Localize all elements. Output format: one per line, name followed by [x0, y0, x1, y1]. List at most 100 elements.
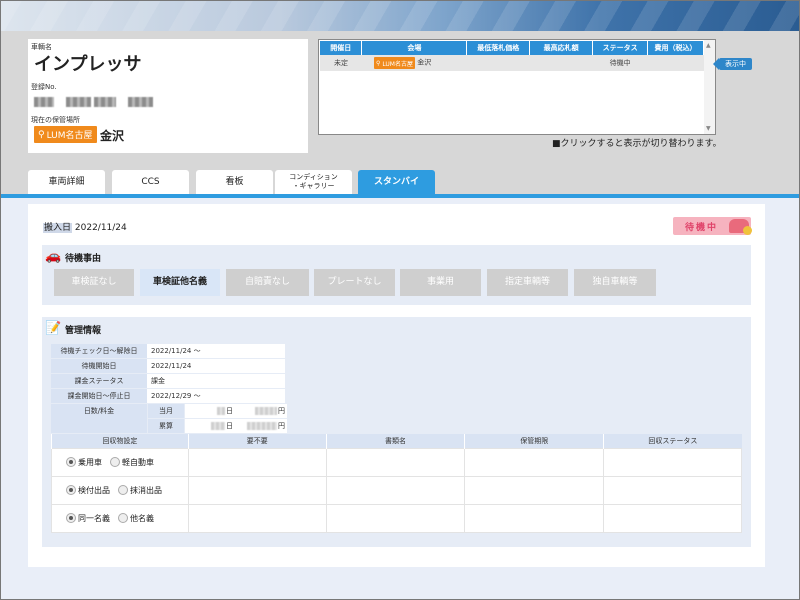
venue-city: 金沢	[417, 58, 432, 67]
radio-label: 軽自動車	[122, 457, 154, 467]
status-badge-text: 待機中	[685, 222, 719, 233]
location-pin-icon: ⚲	[38, 129, 45, 140]
redacted-fee	[255, 407, 277, 415]
standby-reason-title: 🚗 待機事由	[45, 250, 101, 264]
current-month-label: 当月	[148, 404, 184, 418]
redacted-days	[217, 407, 225, 415]
radio-passenger-car[interactable]: 乗用車	[66, 457, 102, 468]
reason-inspection-cert-other-name[interactable]: 車検証他名義	[140, 269, 220, 296]
auction-date: 未定	[320, 55, 362, 71]
auction-status: 待機中	[592, 55, 648, 71]
info-value: 課金	[147, 374, 285, 388]
reason-no-inspection-cert[interactable]: 車検証なし	[54, 269, 134, 296]
collect-cell	[187, 475, 327, 505]
arrival-label: 搬入日	[43, 223, 73, 233]
redacted-days	[211, 422, 225, 430]
collect-row: 乗用車 軽自動車	[51, 447, 742, 477]
radio-label: 検付出品	[78, 485, 110, 495]
radio-unselected-icon	[118, 513, 128, 523]
collect-cell	[187, 503, 327, 533]
auction-panel[interactable]: 開催日 会場 最低落札価格 最高応札額 ステータス 費用（税込） 未定 ⚲ LU…	[318, 39, 716, 135]
storage-city: 金沢	[100, 129, 125, 143]
scroll-up-icon[interactable]: ▲	[706, 42, 711, 49]
radio-cell: 乗用車 軽自動車	[51, 447, 189, 477]
radio-kei-car[interactable]: 軽自動車	[110, 457, 154, 468]
redacted-fee	[247, 422, 277, 430]
storage-location-label: 現在の保管場所	[31, 116, 80, 124]
tab-vehicle-details[interactable]: 車両詳細	[28, 170, 105, 194]
reason-designated-vehicle[interactable]: 指定車輌等	[487, 269, 568, 296]
radio-label: 同一名義	[78, 513, 110, 523]
auction-scrollbar[interactable]: ▲ ▼	[704, 40, 715, 134]
radio-other-owner[interactable]: 他名義	[118, 513, 154, 524]
collect-header: 書類名	[325, 434, 465, 448]
radio-deregistered-listing[interactable]: 抹消出品	[118, 485, 162, 496]
collect-cell	[325, 475, 466, 505]
location-pin-icon: ⚲	[375, 59, 381, 67]
collect-cell	[187, 447, 327, 477]
reason-no-liability-insurance[interactable]: 自賠責なし	[226, 269, 309, 296]
storage-badge-text: LUM名古屋	[46, 131, 93, 141]
info-label: 課金開始日～停止日	[51, 389, 147, 403]
collect-cell	[603, 503, 742, 533]
yen-unit: 円	[278, 407, 285, 415]
registration-label: 登録No.	[31, 83, 57, 91]
info-label: 待機開始日	[51, 359, 147, 373]
collect-cell	[464, 447, 605, 477]
collect-row: 同一名義 他名義	[51, 503, 742, 533]
auction-header: 最低落札価格	[466, 41, 531, 55]
auction-header: 開催日	[320, 41, 363, 55]
info-value: 2022/11/24	[147, 359, 285, 373]
document-edit-icon: 📝	[45, 321, 62, 336]
radio-cell: 検付出品 抹消出品	[51, 475, 189, 505]
auction-table: 開催日 会場 最低落札価格 最高応札額 ステータス 費用（税込） 未定 ⚲ LU…	[320, 41, 704, 71]
tab-condition-gallery[interactable]: コンディション ・ギャラリー	[275, 170, 352, 194]
radio-selected-icon	[66, 457, 76, 467]
management-title-text: 管理情報	[65, 325, 102, 336]
current-month-value: 日 円	[185, 404, 287, 418]
info-value: 2022/11/24 ～	[147, 344, 285, 358]
cumulative-label: 累算	[148, 419, 184, 433]
radio-selected-icon	[66, 513, 76, 523]
tab-ccs[interactable]: CCS	[112, 170, 189, 194]
reason-business-use[interactable]: 事業用	[400, 269, 481, 296]
scroll-down-icon[interactable]: ▼	[706, 125, 711, 132]
collect-cell	[464, 475, 605, 505]
radio-unselected-icon	[110, 457, 120, 467]
radio-cell: 同一名義 他名義	[51, 503, 189, 533]
radio-label: 他名義	[130, 513, 154, 523]
days-fee-label: 日数/料金	[51, 404, 147, 433]
yen-unit: 円	[278, 422, 285, 430]
toggle-hint: ■クリックすると表示が切り替わります。	[552, 139, 722, 149]
app-window: 車輌名 インプレッサ 登録No. 現在の保管場所 ⚲ LUM名古屋 金沢 開催日…	[0, 0, 800, 600]
storage-location-badge: ⚲ LUM名古屋	[34, 126, 97, 143]
info-label: 課金ステータス	[51, 374, 147, 388]
auction-header: 費用（税込）	[647, 41, 704, 55]
arrival-date: 搬入日 2022/11/24	[43, 220, 127, 233]
tab-signboard[interactable]: 看板	[196, 170, 273, 194]
collection-table: 回収物設定 要不要 書類名 保管期限 回収ステータス 乗用車 軽自動車 検付出品…	[51, 434, 742, 533]
auction-venue: ⚲ LUM名古屋 金沢	[361, 55, 467, 71]
auction-max-bid	[529, 55, 593, 71]
radio-same-owner[interactable]: 同一名義	[66, 513, 110, 524]
top-banner	[1, 1, 799, 31]
info-value: 2022/12/29 ～	[147, 389, 285, 403]
collect-header: 回収物設定	[51, 434, 189, 448]
management-title: 📝 管理情報	[45, 322, 101, 336]
reason-unique-vehicle[interactable]: 独自車輌等	[574, 269, 656, 296]
radio-inspected-listing[interactable]: 検付出品	[66, 485, 110, 496]
vehicle-name: インプレッサ	[34, 54, 142, 75]
auction-row[interactable]: 未定 ⚲ LUM名古屋 金沢 待機中	[320, 55, 704, 71]
display-tag: 表示中	[713, 58, 752, 70]
radio-label: 乗用車	[78, 457, 102, 467]
reason-no-plate[interactable]: プレートなし	[314, 269, 395, 296]
info-label: 待機チェック日～解除日	[51, 344, 147, 358]
collect-cell	[464, 503, 605, 533]
standby-reason-title-text: 待機事由	[65, 253, 102, 264]
day-unit: 日	[226, 422, 233, 430]
venue-badge-text: LUM名古屋	[382, 60, 413, 68]
tab-standby[interactable]: スタンバイ	[358, 170, 435, 194]
collect-cell	[325, 447, 466, 477]
auction-fee	[647, 55, 704, 71]
radio-selected-icon	[66, 485, 76, 495]
